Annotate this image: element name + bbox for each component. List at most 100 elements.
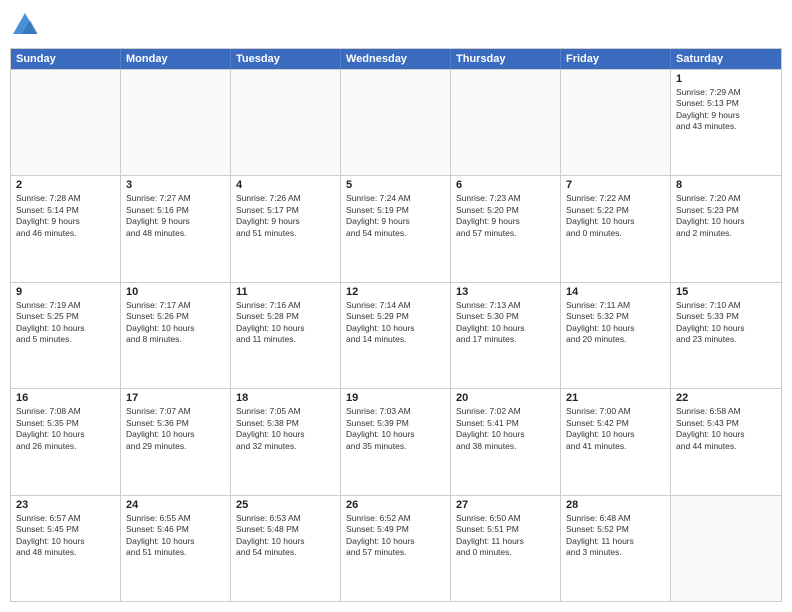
- table-row: 8 Sunrise: 7:20 AM Sunset: 5:23 PM Daylig…: [671, 176, 781, 281]
- table-row: 15 Sunrise: 7:10 AM Sunset: 5:33 PM Dayli…: [671, 283, 781, 388]
- logo: [10, 10, 44, 40]
- day-number: 12: [346, 286, 445, 298]
- day-info: Sunrise: 6:55 AM Sunset: 5:46 PM Dayligh…: [126, 513, 225, 559]
- week-row-3: 9Sunrise: 7:19 AM Sunset: 5:25 PM Daylig…: [11, 282, 781, 388]
- day-info: Sunrise: 7:20 AM Sunset: 5:23 PM Dayligh…: [676, 193, 776, 239]
- day-info: Sunrise: 7:16 AM Sunset: 5:28 PM Dayligh…: [236, 300, 335, 346]
- day-number: 2: [16, 179, 115, 191]
- day-info: Sunrise: 7:26 AM Sunset: 5:17 PM Dayligh…: [236, 193, 335, 239]
- day-info: Sunrise: 6:53 AM Sunset: 5:48 PM Dayligh…: [236, 513, 335, 559]
- day-info: Sunrise: 7:00 AM Sunset: 5:42 PM Dayligh…: [566, 406, 665, 452]
- week-row-2: 2 Sunrise: 7:28 AM Sunset: 5:14 PM Daylig…: [11, 175, 781, 281]
- table-row: 10 Sunrise: 7:17 AM Sunset: 5:26 PM Dayli…: [121, 283, 231, 388]
- day-number: 28: [566, 499, 665, 511]
- day-number: 26: [346, 499, 445, 511]
- day-number: 17: [126, 392, 225, 404]
- day-number: 5: [346, 179, 445, 191]
- header-cell-wednesday: Wednesday: [341, 49, 451, 69]
- day-info: Sunrise: 7:22 AM Sunset: 5:22 PM Dayligh…: [566, 193, 665, 239]
- day-number: 10: [126, 286, 225, 298]
- table-row: 18 Sunrise: 7:05 AM Sunset: 5:38 PM Dayli…: [231, 389, 341, 494]
- calendar-header-row: SundayMondayTuesdayWednesdayThursdayFrid…: [11, 49, 781, 69]
- day-number: 7: [566, 179, 665, 191]
- week-row-4: 16Sunrise: 7:08 AM Sunset: 5:35 PM Dayli…: [11, 388, 781, 494]
- table-row: 25 Sunrise: 6:53 AM Sunset: 5:48 PM Dayli…: [231, 496, 341, 601]
- day-number: 14: [566, 286, 665, 298]
- week-row-1: 1 Sunrise: 7:29 AM Sunset: 5:13 PM Daylig…: [11, 69, 781, 175]
- day-info: Sunrise: 6:50 AM Sunset: 5:51 PM Dayligh…: [456, 513, 555, 559]
- day-info: Sunrise: 7:10 AM Sunset: 5:33 PM Dayligh…: [676, 300, 776, 346]
- day-info: Sunrise: 7:23 AM Sunset: 5:20 PM Dayligh…: [456, 193, 555, 239]
- table-row: 14 Sunrise: 7:11 AM Sunset: 5:32 PM Dayli…: [561, 283, 671, 388]
- table-row: 13 Sunrise: 7:13 AM Sunset: 5:30 PM Dayli…: [451, 283, 561, 388]
- day-info: Sunrise: 7:17 AM Sunset: 5:26 PM Dayligh…: [126, 300, 225, 346]
- day-number: 19: [346, 392, 445, 404]
- day-info: Sunrise: 7:27 AM Sunset: 5:16 PM Dayligh…: [126, 193, 225, 239]
- day-info: Sunrise: 7:14 AM Sunset: 5:29 PM Dayligh…: [346, 300, 445, 346]
- table-row: [341, 70, 451, 175]
- day-info: Sunrise: 7:05 AM Sunset: 5:38 PM Dayligh…: [236, 406, 335, 452]
- page: SundayMondayTuesdayWednesdayThursdayFrid…: [0, 0, 792, 612]
- day-number: 4: [236, 179, 335, 191]
- day-info: Sunrise: 7:03 AM Sunset: 5:39 PM Dayligh…: [346, 406, 445, 452]
- table-row: 22 Sunrise: 6:58 AM Sunset: 5:43 PM Dayli…: [671, 389, 781, 494]
- header-cell-tuesday: Tuesday: [231, 49, 341, 69]
- header: [10, 10, 782, 40]
- table-row: 19 Sunrise: 7:03 AM Sunset: 5:39 PM Dayli…: [341, 389, 451, 494]
- day-info: Sunrise: 7:11 AM Sunset: 5:32 PM Dayligh…: [566, 300, 665, 346]
- header-cell-friday: Friday: [561, 49, 671, 69]
- table-row: 20 Sunrise: 7:02 AM Sunset: 5:41 PM Dayli…: [451, 389, 561, 494]
- table-row: 11 Sunrise: 7:16 AM Sunset: 5:28 PM Dayli…: [231, 283, 341, 388]
- header-cell-monday: Monday: [121, 49, 231, 69]
- table-row: 27 Sunrise: 6:50 AM Sunset: 5:51 PM Dayli…: [451, 496, 561, 601]
- day-info: Sunrise: 7:28 AM Sunset: 5:14 PM Dayligh…: [16, 193, 115, 239]
- day-number: 9: [16, 286, 115, 298]
- table-row: 12 Sunrise: 7:14 AM Sunset: 5:29 PM Dayli…: [341, 283, 451, 388]
- table-row: [231, 70, 341, 175]
- table-row: 9Sunrise: 7:19 AM Sunset: 5:25 PM Daylig…: [11, 283, 121, 388]
- header-cell-thursday: Thursday: [451, 49, 561, 69]
- table-row: [451, 70, 561, 175]
- day-number: 23: [16, 499, 115, 511]
- table-row: 6 Sunrise: 7:23 AM Sunset: 5:20 PM Daylig…: [451, 176, 561, 281]
- day-info: Sunrise: 6:58 AM Sunset: 5:43 PM Dayligh…: [676, 406, 776, 452]
- header-cell-saturday: Saturday: [671, 49, 781, 69]
- table-row: [121, 70, 231, 175]
- table-row: 23 Sunrise: 6:57 AM Sunset: 5:45 PM Dayli…: [11, 496, 121, 601]
- table-row: 1 Sunrise: 7:29 AM Sunset: 5:13 PM Daylig…: [671, 70, 781, 175]
- day-number: 22: [676, 392, 776, 404]
- day-number: 1: [676, 73, 776, 85]
- table-row: 5 Sunrise: 7:24 AM Sunset: 5:19 PM Daylig…: [341, 176, 451, 281]
- table-row: 26 Sunrise: 6:52 AM Sunset: 5:49 PM Dayli…: [341, 496, 451, 601]
- day-number: 25: [236, 499, 335, 511]
- day-info: Sunrise: 7:29 AM Sunset: 5:13 PM Dayligh…: [676, 87, 776, 133]
- day-info: Sunrise: 6:52 AM Sunset: 5:49 PM Dayligh…: [346, 513, 445, 559]
- day-number: 24: [126, 499, 225, 511]
- header-cell-sunday: Sunday: [11, 49, 121, 69]
- table-row: 7 Sunrise: 7:22 AM Sunset: 5:22 PM Daylig…: [561, 176, 671, 281]
- day-number: 27: [456, 499, 555, 511]
- day-info: Sunrise: 7:24 AM Sunset: 5:19 PM Dayligh…: [346, 193, 445, 239]
- day-info: Sunrise: 6:48 AM Sunset: 5:52 PM Dayligh…: [566, 513, 665, 559]
- day-number: 11: [236, 286, 335, 298]
- day-number: 8: [676, 179, 776, 191]
- calendar: SundayMondayTuesdayWednesdayThursdayFrid…: [10, 48, 782, 602]
- day-number: 20: [456, 392, 555, 404]
- table-row: 17Sunrise: 7:07 AM Sunset: 5:36 PM Dayli…: [121, 389, 231, 494]
- table-row: 4 Sunrise: 7:26 AM Sunset: 5:17 PM Daylig…: [231, 176, 341, 281]
- week-row-5: 23 Sunrise: 6:57 AM Sunset: 5:45 PM Dayli…: [11, 495, 781, 601]
- day-number: 15: [676, 286, 776, 298]
- day-info: Sunrise: 7:08 AM Sunset: 5:35 PM Dayligh…: [16, 406, 115, 452]
- day-number: 13: [456, 286, 555, 298]
- day-info: Sunrise: 6:57 AM Sunset: 5:45 PM Dayligh…: [16, 513, 115, 559]
- table-row: 28 Sunrise: 6:48 AM Sunset: 5:52 PM Dayli…: [561, 496, 671, 601]
- day-number: 18: [236, 392, 335, 404]
- day-info: Sunrise: 7:13 AM Sunset: 5:30 PM Dayligh…: [456, 300, 555, 346]
- calendar-body: 1 Sunrise: 7:29 AM Sunset: 5:13 PM Daylig…: [11, 69, 781, 601]
- table-row: [671, 496, 781, 601]
- day-number: 6: [456, 179, 555, 191]
- logo-icon: [10, 10, 40, 40]
- table-row: 3Sunrise: 7:27 AM Sunset: 5:16 PM Daylig…: [121, 176, 231, 281]
- table-row: 24 Sunrise: 6:55 AM Sunset: 5:46 PM Dayli…: [121, 496, 231, 601]
- day-info: Sunrise: 7:02 AM Sunset: 5:41 PM Dayligh…: [456, 406, 555, 452]
